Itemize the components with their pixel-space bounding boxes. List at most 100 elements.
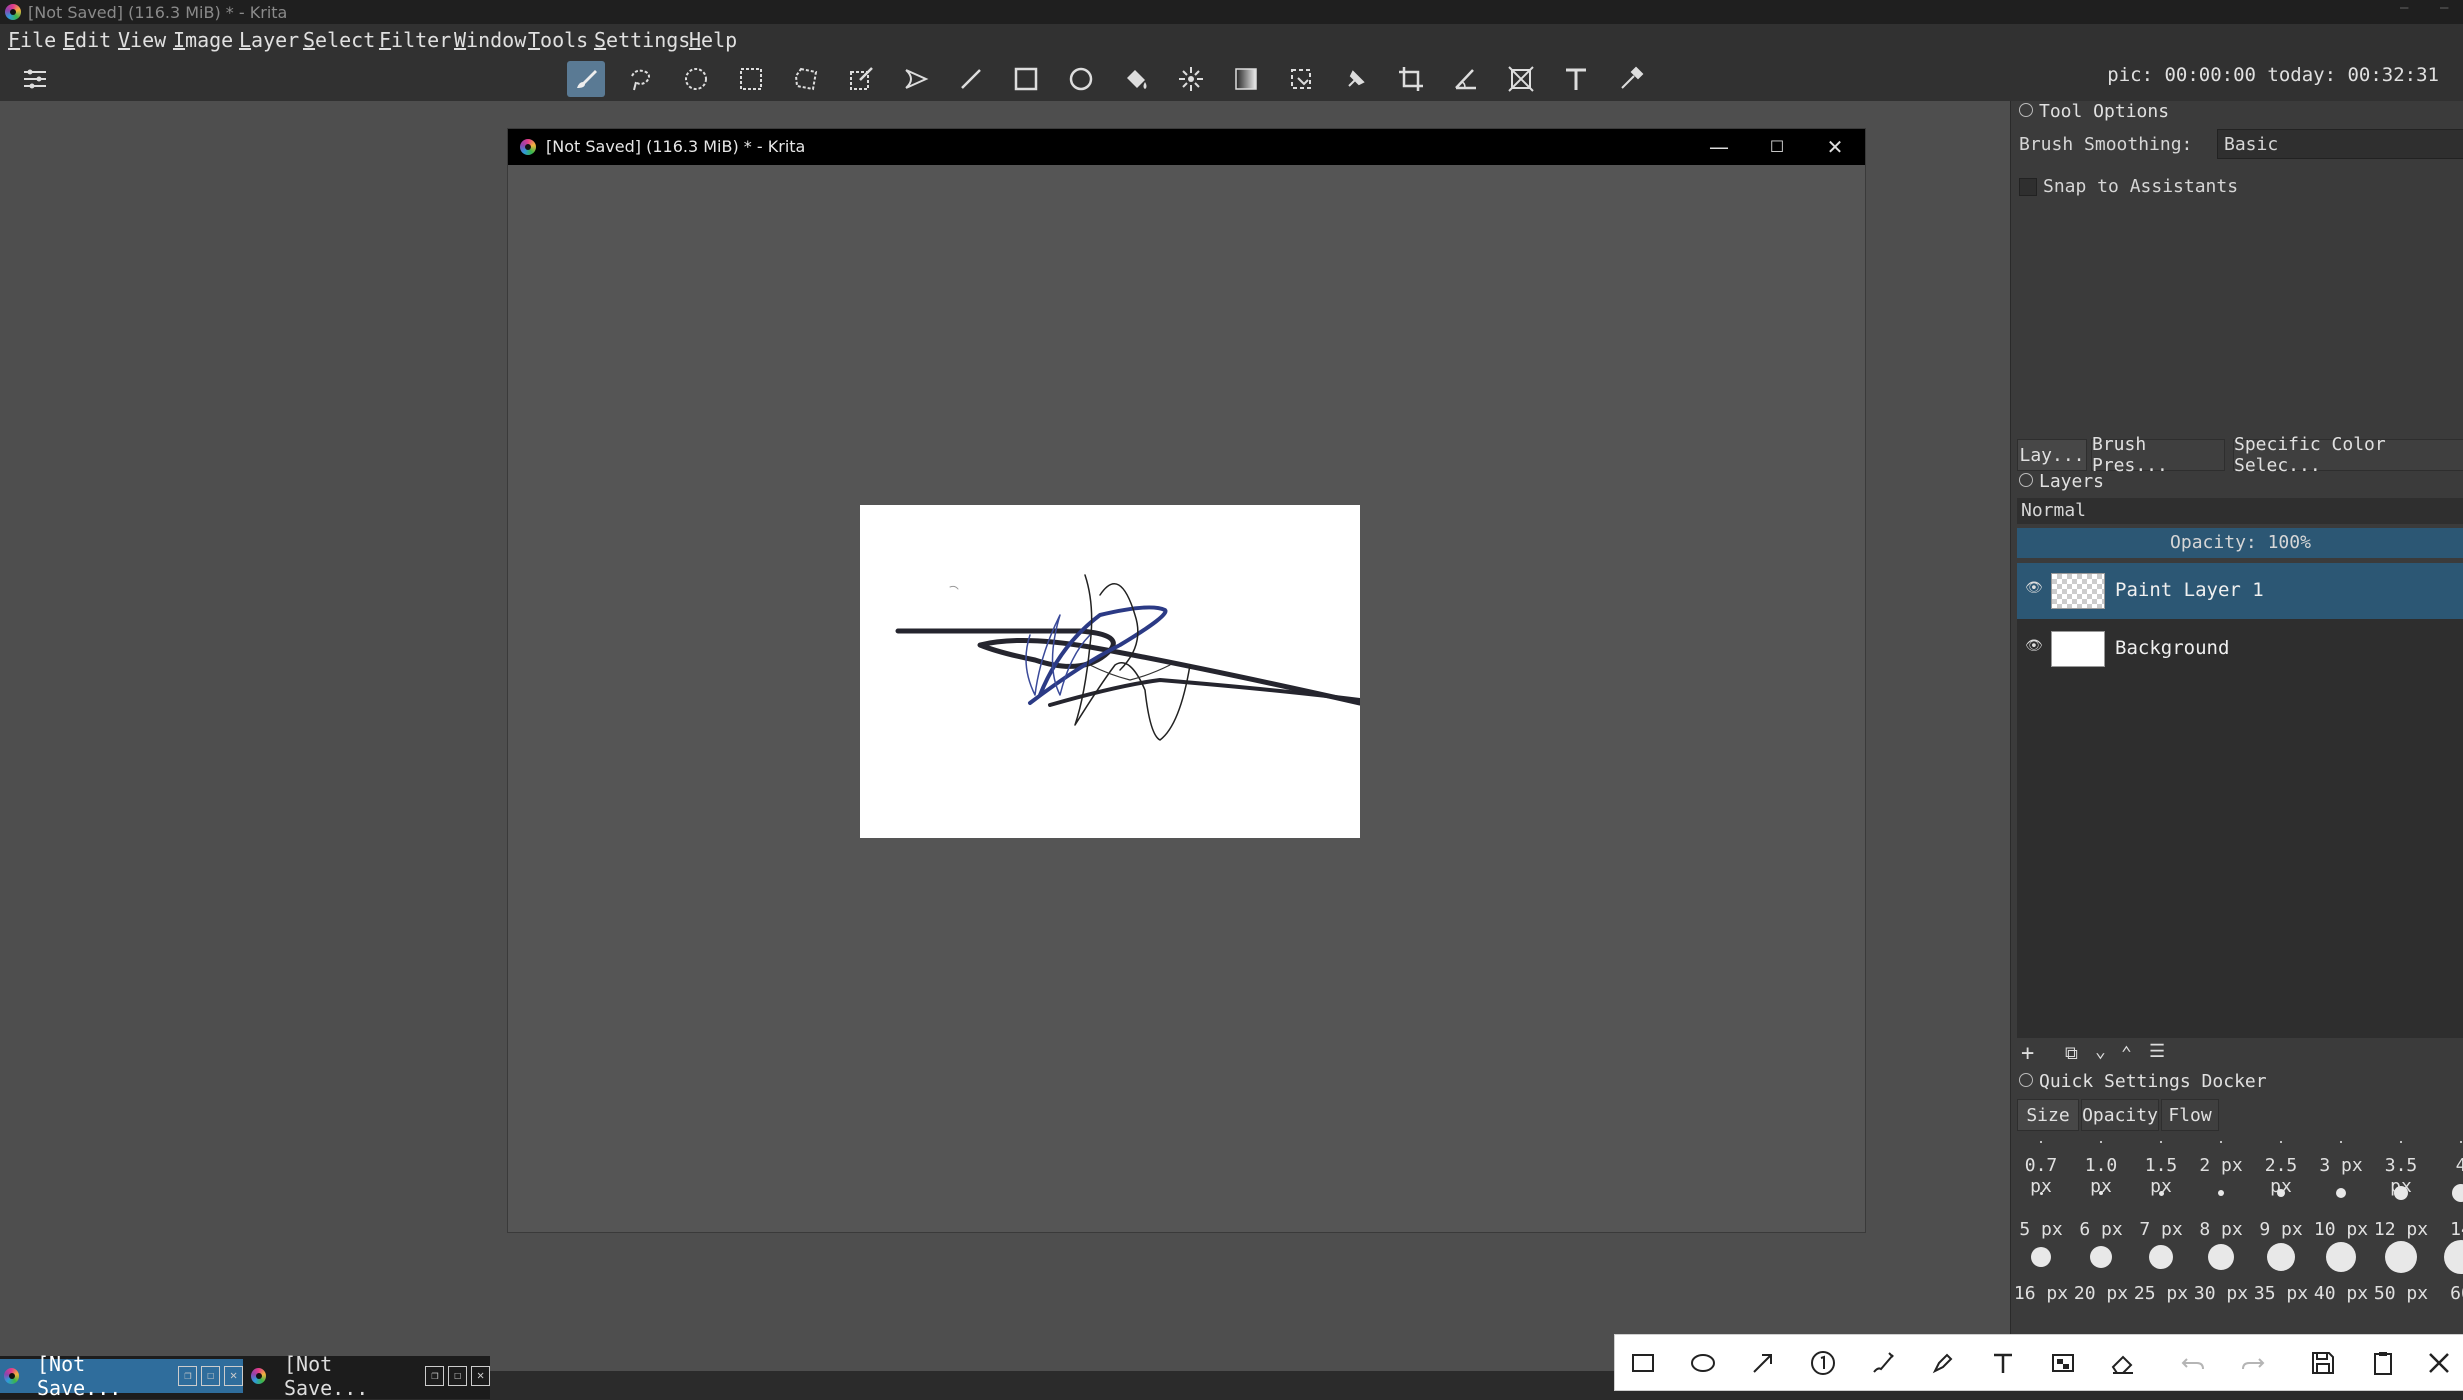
assistant-icon[interactable] xyxy=(1337,61,1375,97)
float-icon[interactable] xyxy=(2019,103,2033,117)
arrow-icon[interactable] xyxy=(1745,1345,1781,1381)
menu-layer[interactable]: Layer xyxy=(239,28,299,52)
size-preview-dot[interactable] xyxy=(2149,1245,2173,1269)
contiguous-select-icon[interactable] xyxy=(842,61,880,97)
task-item[interactable]: [Not Save... ❐ ☐ ✕ xyxy=(247,1352,490,1400)
number-icon[interactable] xyxy=(1805,1345,1841,1381)
size-preset-label[interactable]: 20 px xyxy=(2071,1283,2131,1304)
snap-checkbox[interactable] xyxy=(2019,178,2037,196)
close-icon[interactable]: ✕ xyxy=(1820,133,1850,161)
menu-tools[interactable]: Tools xyxy=(528,28,588,52)
size-preset-label[interactable]: 9 px xyxy=(2251,1219,2311,1240)
size-preview-dot[interactable] xyxy=(2039,1191,2043,1195)
size-preset-label[interactable]: 8 px xyxy=(2191,1219,2251,1240)
freehand-select-icon[interactable] xyxy=(622,61,660,97)
size-preset-label[interactable]: 7 px xyxy=(2131,1219,2191,1240)
close-icon[interactable]: ✕ xyxy=(224,1366,243,1386)
text-icon[interactable] xyxy=(1557,61,1595,97)
menu-image[interactable]: Image xyxy=(173,28,233,52)
size-preview-dot[interactable] xyxy=(2452,1184,2463,1202)
menu-file[interactable]: File xyxy=(8,28,56,52)
menu-filter[interactable]: Filter xyxy=(379,28,451,52)
size-preview-dot[interactable] xyxy=(2394,1186,2408,1200)
float-icon[interactable] xyxy=(2019,1073,2033,1087)
gradient-icon[interactable] xyxy=(1227,61,1265,97)
restore-icon[interactable]: ❐ xyxy=(178,1366,198,1386)
size-preset-label[interactable]: 3 px xyxy=(2311,1155,2371,1176)
line-icon[interactable] xyxy=(952,61,990,97)
size-preview-dot[interactable] xyxy=(2158,1190,2164,1196)
rectangle-icon[interactable] xyxy=(1007,61,1045,97)
eye-icon[interactable]: 👁 xyxy=(2025,580,2043,596)
size-preview-dot[interactable] xyxy=(2444,1240,2463,1274)
crop-icon[interactable] xyxy=(1392,61,1430,97)
tab-specific-color-selector[interactable]: Specific Color Selec... xyxy=(2233,434,2463,476)
redo-icon[interactable] xyxy=(2235,1345,2271,1381)
fill-icon[interactable] xyxy=(1117,61,1155,97)
size-preset-label[interactable]: 0.7 px xyxy=(2011,1155,2071,1197)
float-icon[interactable] xyxy=(2019,473,2033,487)
brush-icon[interactable] xyxy=(567,61,605,97)
ellipse-icon[interactable] xyxy=(1685,1345,1721,1381)
size-preset-label[interactable]: 6 px xyxy=(2071,1219,2131,1240)
size-preview-dot[interactable] xyxy=(2208,1244,2234,1270)
mosaic-icon[interactable] xyxy=(2045,1345,2081,1381)
size-preset-label[interactable]: 35 px xyxy=(2251,1283,2311,1304)
size-preview-dot[interactable] xyxy=(2277,1189,2285,1197)
layer-properties-icon[interactable]: ☰ xyxy=(2149,1041,2165,1062)
layers-header[interactable]: Layers xyxy=(2019,471,2104,492)
ellipse-select-icon[interactable] xyxy=(677,61,715,97)
toolbar-menu-icon[interactable] xyxy=(16,61,54,97)
blend-mode-select[interactable]: Normal xyxy=(2017,498,2463,524)
size-preview-dot[interactable] xyxy=(2218,1190,2224,1196)
menu-edit[interactable]: Edit xyxy=(63,28,111,52)
minimize-icon[interactable]: — xyxy=(2400,0,2420,22)
tab-size[interactable]: Size xyxy=(2017,1099,2079,1131)
size-preview-dot[interactable] xyxy=(2099,1191,2103,1195)
size-preset-label[interactable]: 60 xyxy=(2431,1283,2463,1304)
menu-settings[interactable]: Settings xyxy=(594,28,690,52)
tool-options-header[interactable]: Tool Options xyxy=(2019,101,2169,122)
size-preview-dot[interactable] xyxy=(2267,1243,2295,1271)
maximize-icon[interactable]: ☐ xyxy=(1762,133,1792,161)
size-preset-label[interactable]: 16 px xyxy=(2011,1283,2071,1304)
size-preview-dot[interactable] xyxy=(2336,1188,2346,1198)
tab-brush-presets[interactable]: Brush Pres... xyxy=(2091,434,2225,476)
eraser-icon[interactable] xyxy=(2105,1345,2141,1381)
drawing-canvas[interactable] xyxy=(860,505,1363,838)
size-preview-dot[interactable] xyxy=(2326,1242,2356,1272)
size-preset-label[interactable]: 40 px xyxy=(2311,1283,2371,1304)
similar-select-icon[interactable] xyxy=(1172,61,1210,97)
minimize-icon[interactable]: — xyxy=(1704,133,1734,161)
size-preset-label[interactable]: 2 px xyxy=(2191,1155,2251,1176)
menu-help[interactable]: Help xyxy=(689,28,737,52)
size-preset-label[interactable]: 10 px xyxy=(2311,1219,2371,1240)
size-preview-dot[interactable] xyxy=(2385,1241,2417,1273)
subwindow-title-bar[interactable]: [Not Saved] (116.3 MiB) * - Krita — ☐ ✕ xyxy=(508,129,1865,165)
text-icon[interactable] xyxy=(1985,1345,2021,1381)
transform-icon[interactable] xyxy=(1502,61,1540,97)
quick-settings-header[interactable]: Quick Settings Docker xyxy=(2019,1071,2267,1092)
size-preset-label[interactable]: 50 px xyxy=(2371,1283,2431,1304)
opacity-slider[interactable]: Opacity: 100% xyxy=(2017,528,2463,558)
size-preview-dot[interactable] xyxy=(2090,1246,2112,1268)
menu-select[interactable]: Select xyxy=(303,28,375,52)
polygon-select-icon[interactable] xyxy=(787,61,825,97)
pen-icon[interactable] xyxy=(1865,1345,1901,1381)
layer-row[interactable]: 👁 Paint Layer 1 xyxy=(2017,563,2463,619)
menu-view[interactable]: View xyxy=(118,28,166,52)
restore-icon[interactable]: ❐ xyxy=(425,1366,445,1386)
size-preset-label[interactable]: 25 px xyxy=(2131,1283,2191,1304)
move-down-icon[interactable]: ⌄ xyxy=(2095,1041,2106,1062)
task-item[interactable]: [Not Save... ❐ ☐ ✕ xyxy=(0,1352,243,1400)
ellipse-icon[interactable] xyxy=(1062,61,1100,97)
bezier-path-icon[interactable] xyxy=(897,61,935,97)
tab-opacity[interactable]: Opacity xyxy=(2081,1099,2159,1131)
size-preset-label[interactable]: 30 px xyxy=(2191,1283,2251,1304)
undo-icon[interactable] xyxy=(2175,1345,2211,1381)
tab-layers[interactable]: Lay... xyxy=(2017,439,2087,471)
add-layer-icon[interactable]: + xyxy=(2021,1041,2034,1066)
measure-icon[interactable] xyxy=(1447,61,1485,97)
size-preset-label[interactable]: 14 xyxy=(2431,1219,2463,1240)
menu-window[interactable]: Window xyxy=(454,28,526,52)
